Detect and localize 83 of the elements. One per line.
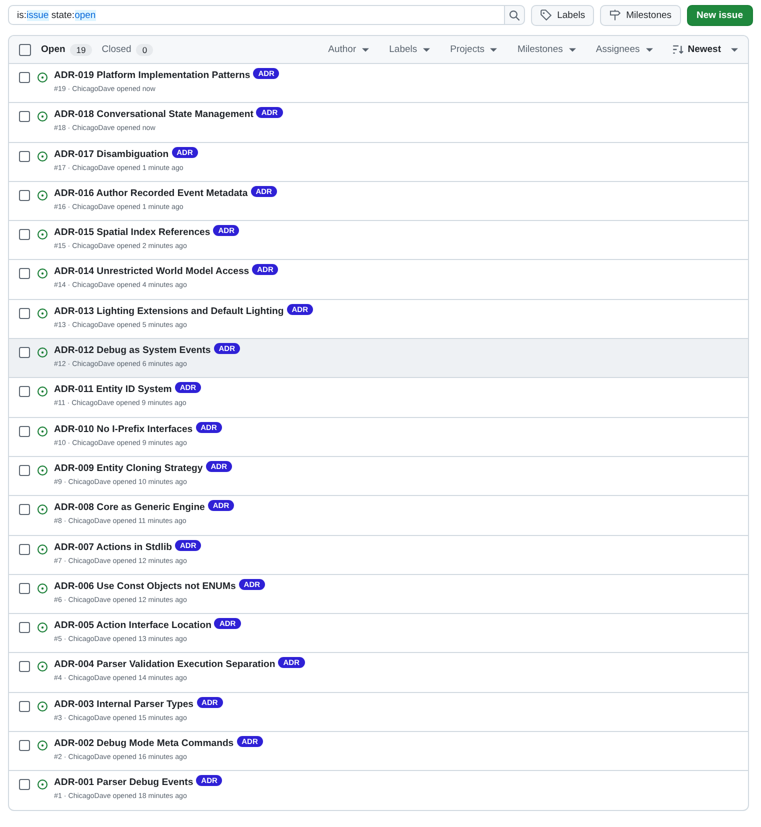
open-issue-icon (37, 779, 48, 790)
checkbox[interactable] (19, 111, 30, 122)
filter-dropdown[interactable]: Labels (389, 44, 430, 55)
issue-title[interactable]: ADR-012 Debug as System Events (54, 345, 211, 356)
open-issue-icon (37, 111, 48, 122)
checkbox[interactable] (19, 72, 30, 83)
checkbox[interactable] (19, 504, 30, 516)
labels-button[interactable]: Labels (531, 4, 594, 26)
issue-title[interactable]: ADR-001 Parser Debug Events (54, 777, 194, 788)
open-issue-icon (37, 661, 48, 672)
issue-title[interactable]: ADR-007 Actions in Stdlib (54, 542, 172, 553)
caret-icon (362, 48, 370, 52)
issue-title[interactable]: ADR-004 Parser Validation Execution Separation (54, 659, 276, 670)
issue-title[interactable]: ADR-009 Entity Cloning Strategy (54, 462, 203, 474)
search-field[interactable]: is:issue state:open (8, 5, 506, 25)
checkbox[interactable] (19, 229, 30, 240)
open-issue-icon (37, 426, 48, 437)
checkbox[interactable] (19, 661, 30, 672)
open-issue-icon (37, 190, 48, 201)
issue-title[interactable]: ADR-015 Spatial Index References (54, 227, 210, 238)
sort-icon (672, 45, 684, 54)
caret-icon (568, 48, 576, 52)
issue-title[interactable]: ADR-002 Debug Mode Meta Commands (54, 738, 234, 750)
open-issue-icon (37, 308, 48, 319)
caret-icon (646, 48, 653, 52)
issue-title[interactable]: ADR-011 Entity ID System (54, 384, 172, 396)
checkbox[interactable] (19, 464, 30, 476)
issue-title[interactable]: ADR-017 Disambiguation (54, 148, 169, 160)
checkbox[interactable] (19, 426, 30, 437)
issue-title[interactable]: ADR-018 Conversational State Management (54, 109, 254, 120)
issue-title[interactable]: ADR-006 Use Const Objects not ENUMs (54, 580, 236, 592)
filter-dropdown[interactable]: Milestones (517, 44, 576, 55)
open-issue-icon (37, 268, 48, 280)
checkbox[interactable] (19, 347, 30, 358)
caret-icon (731, 48, 738, 52)
checkbox[interactable] (19, 622, 30, 634)
checkbox[interactable] (19, 779, 30, 790)
open-issue-icon (37, 72, 48, 83)
count-badge: 0 (136, 44, 154, 56)
select-all-checkbox[interactable] (19, 44, 31, 56)
issue-title[interactable]: ADR-014 Unrestricted World Model Access (54, 266, 250, 278)
state-tab[interactable]: Open (41, 44, 66, 55)
signpost-icon (609, 9, 622, 21)
state-tab[interactable]: Closed (102, 44, 132, 55)
caret-icon (490, 48, 498, 52)
open-issue-icon (37, 150, 48, 162)
checkbox[interactable] (19, 308, 30, 319)
checkbox[interactable] (19, 700, 30, 712)
filter-dropdown[interactable]: Projects (450, 44, 498, 55)
checkbox[interactable] (19, 268, 30, 280)
checkbox[interactable] (19, 582, 30, 594)
checkbox[interactable] (19, 740, 30, 752)
tag-icon (540, 9, 552, 21)
checkbox[interactable] (19, 150, 30, 162)
issue-title[interactable]: ADR-010 No I-Prefix Interfaces (54, 424, 193, 435)
open-issue-icon (37, 347, 48, 358)
issue-title[interactable]: ADR-019 Platform Implementation Patterns (54, 70, 250, 81)
open-issue-icon (37, 464, 48, 476)
open-issue-icon (37, 544, 48, 555)
issue-title[interactable]: ADR-005 Action Interface Location (54, 620, 212, 632)
open-issue-icon (37, 582, 48, 594)
open-issue-icon (37, 229, 48, 240)
issue-title[interactable]: ADR-016 Author Recorded Event Metadata (54, 188, 248, 199)
open-issue-icon (37, 386, 48, 398)
filter-dropdown[interactable]: Author (328, 44, 370, 55)
caret-icon (423, 48, 430, 52)
milestones-button[interactable]: Milestones (600, 4, 681, 26)
issue-title[interactable]: ADR-008 Core as Generic Engine (54, 502, 205, 514)
count-badge: 19 (70, 44, 92, 56)
open-issue-icon (37, 504, 48, 516)
filter-dropdown[interactable]: Assignees (596, 44, 653, 55)
checkbox[interactable] (19, 386, 30, 398)
search-icon (509, 10, 520, 20)
sort-dropdown[interactable]: Newest (672, 44, 738, 55)
new-issue-button[interactable]: New issue (686, 4, 753, 26)
open-issue-icon (37, 622, 48, 634)
issue-title[interactable]: ADR-013 Lighting Extensions and Default Lighting (54, 306, 284, 317)
open-issue-icon (37, 740, 48, 752)
checkbox[interactable] (19, 544, 30, 555)
checkbox[interactable] (19, 190, 30, 201)
issue-title[interactable]: ADR-003 Internal Parser Types (54, 698, 194, 710)
search-button[interactable] (505, 5, 526, 25)
open-issue-icon (37, 700, 48, 712)
